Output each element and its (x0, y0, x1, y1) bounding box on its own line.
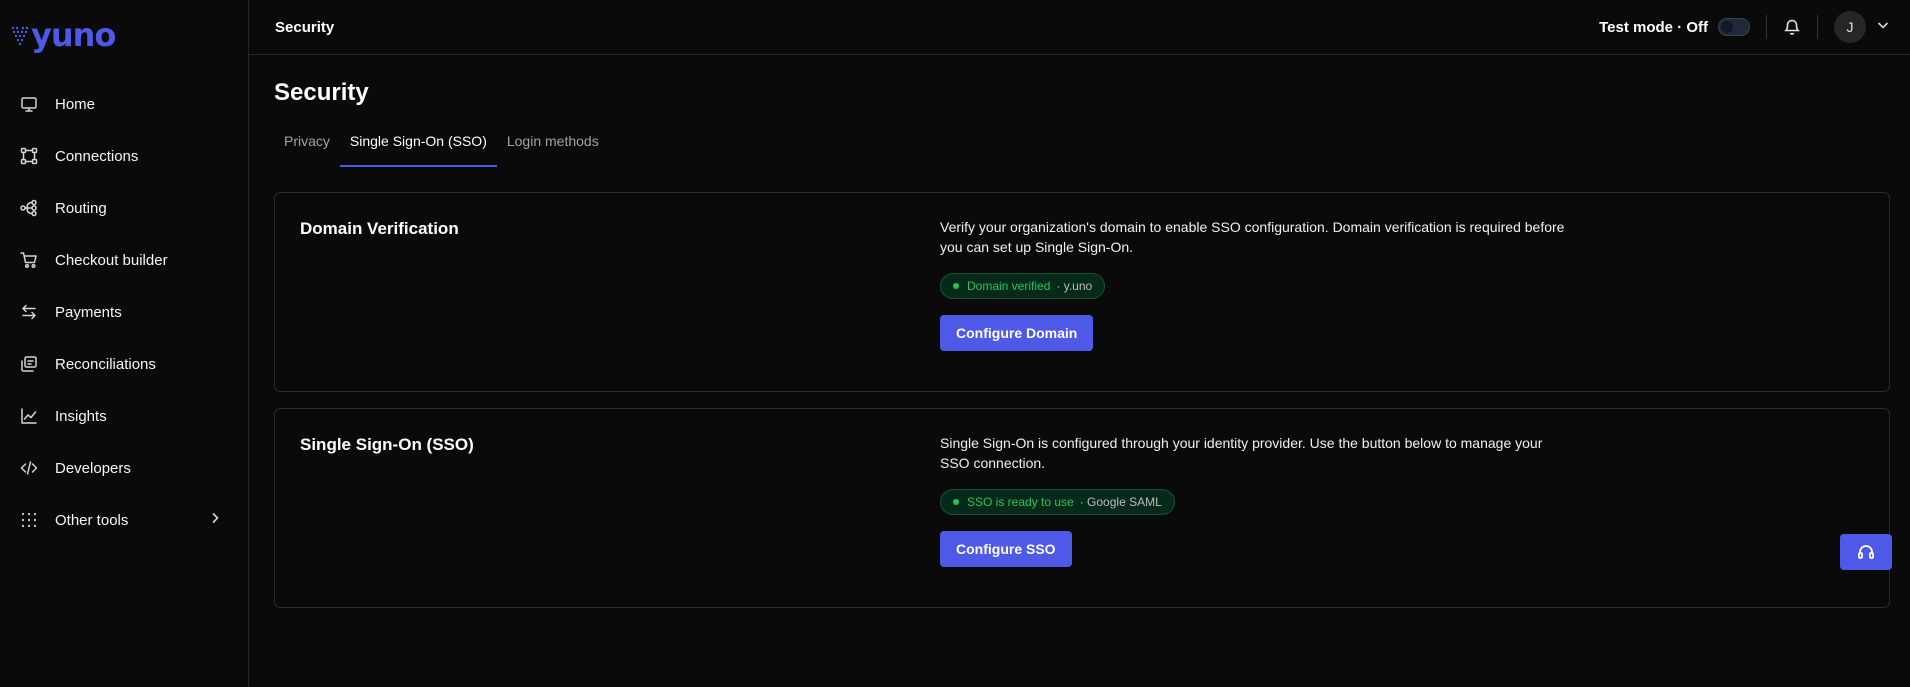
sidebar-item-label: Insights (55, 407, 107, 425)
test-mode-toggle[interactable] (1718, 18, 1750, 36)
sidebar-item-label: Connections (55, 147, 139, 165)
sidebar-item-other-tools[interactable]: Other tools (0, 494, 248, 546)
logo-text: yuno (31, 16, 116, 54)
sidebar-item-payments[interactable]: Payments (0, 286, 248, 338)
sidebar-item-label: Reconciliations (55, 355, 156, 373)
topbar-divider (1766, 15, 1767, 39)
tab-bar: Privacy Single Sign-On (SSO) Login metho… (274, 133, 1890, 168)
status-dot-icon (953, 499, 959, 505)
badge-detail-text: · y.uno (1056, 279, 1093, 293)
main-area: Security Test mode · Off J Security Priv… (249, 0, 1910, 687)
chart-icon (20, 407, 38, 425)
bell-icon[interactable] (1783, 18, 1801, 36)
page-content: Security Privacy Single Sign-On (SSO) Lo… (249, 55, 1910, 608)
badge-status-text: SSO is ready to use (967, 495, 1074, 509)
topbar: Security Test mode · Off J (249, 0, 1910, 55)
tab-privacy[interactable]: Privacy (274, 133, 340, 167)
sidebar-nav: Home Connections Routing Checkout builde… (0, 78, 248, 546)
status-dot-icon (953, 283, 959, 289)
sidebar-item-label: Checkout builder (55, 251, 168, 269)
sidebar-item-checkout-builder[interactable]: Checkout builder (0, 234, 248, 286)
sidebar-item-home[interactable]: Home (0, 78, 248, 130)
badge-detail-text: · Google SAML (1079, 495, 1162, 509)
avatar[interactable]: J (1834, 11, 1866, 43)
sidebar-item-connections[interactable]: Connections (0, 130, 248, 182)
topbar-divider (1817, 15, 1818, 39)
sidebar-item-reconciliations[interactable]: Reconciliations (0, 338, 248, 390)
sidebar-item-developers[interactable]: Developers (0, 442, 248, 494)
logo[interactable]: yuno (0, 18, 248, 52)
reconcile-icon (20, 355, 38, 373)
chevron-right-icon (208, 511, 222, 530)
sso-card: Single Sign-On (SSO) Single Sign-On is c… (274, 408, 1890, 608)
page-title: Security (274, 79, 369, 106)
logo-mark-icon (11, 26, 29, 46)
sidebar-item-label: Payments (55, 303, 122, 321)
app-root: yuno Home Connections Routing Checkout b… (0, 0, 1910, 687)
test-mode-label: Test mode · Off (1599, 18, 1708, 36)
headset-icon (1858, 545, 1874, 559)
routing-icon (20, 199, 38, 217)
monitor-icon (20, 95, 38, 113)
chevron-down-icon[interactable] (1876, 18, 1890, 37)
card-title: Domain Verification (300, 219, 459, 238)
card-description: Verify your organization's domain to ena… (940, 219, 1565, 255)
sidebar-item-insights[interactable]: Insights (0, 390, 248, 442)
connections-icon (20, 147, 38, 165)
sidebar-item-label: Home (55, 95, 96, 113)
sidebar-item-routing[interactable]: Routing (0, 182, 248, 234)
status-badge: Domain verified · y.uno (940, 273, 1106, 299)
configure-domain-button[interactable]: Configure Domain (940, 315, 1094, 351)
badge-status-text: Domain verified (967, 279, 1051, 293)
sidebar-item-label: Other tools (55, 511, 129, 529)
card-title: Single Sign-On (SSO) (300, 435, 474, 454)
topbar-title: Security (275, 18, 335, 36)
sidebar: yuno Home Connections Routing Checkout b… (0, 0, 249, 687)
tab-sso[interactable]: Single Sign-On (SSO) (339, 133, 497, 167)
support-button[interactable] (1840, 534, 1892, 570)
status-badge: SSO is ready to use · Google SAML (940, 489, 1175, 515)
arrows-icon (20, 303, 38, 321)
cart-icon (20, 251, 38, 269)
configure-sso-button[interactable]: Configure SSO (940, 531, 1072, 567)
code-icon (20, 459, 38, 477)
tab-login-methods[interactable]: Login methods (497, 133, 609, 167)
domain-verification-card: Domain Verification Verify your organiza… (274, 192, 1890, 392)
grid-dots-icon (20, 511, 38, 529)
sidebar-item-label: Routing (55, 199, 107, 217)
card-description: Single Sign-On is configured through you… (940, 435, 1543, 471)
sidebar-item-label: Developers (55, 459, 131, 477)
